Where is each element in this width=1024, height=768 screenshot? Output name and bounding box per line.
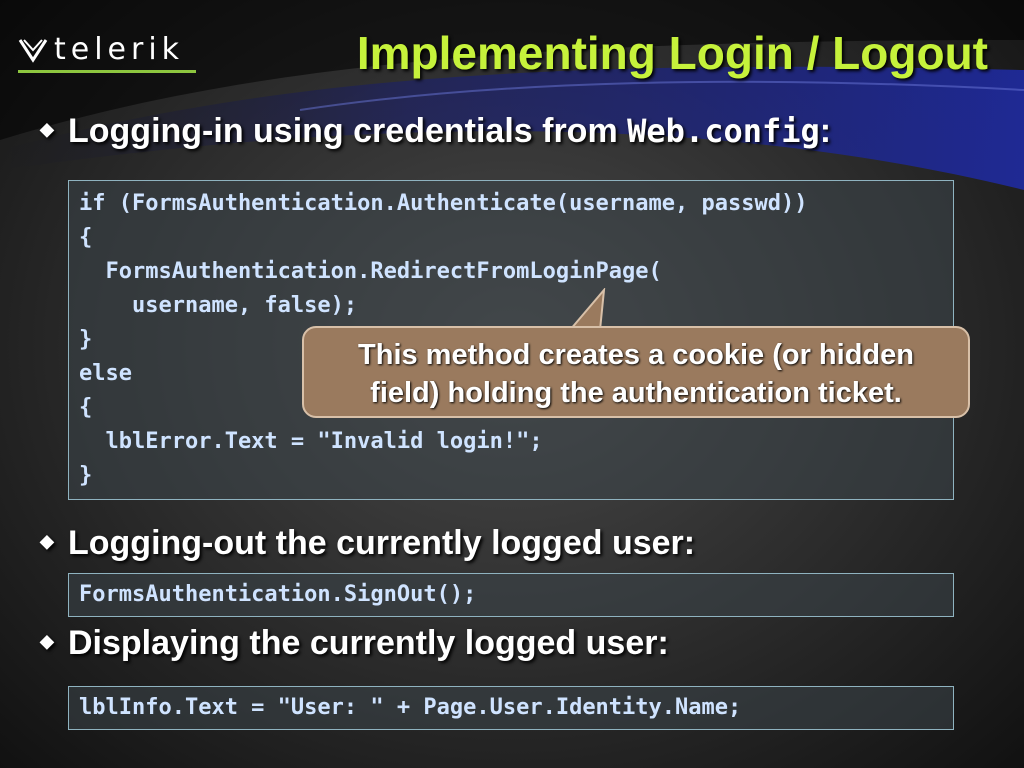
telerik-mark-icon	[18, 39, 48, 63]
bullet-login-code: Web.config	[627, 112, 820, 150]
diamond-bullet-icon: ◆	[40, 118, 54, 139]
code-line: FormsAuthentication.RedirectFromLoginPag…	[79, 259, 662, 284]
callout-line-1: This method creates a cookie (or hidden	[358, 339, 914, 371]
code-block-logout: FormsAuthentication.SignOut();	[68, 573, 954, 617]
bullet-display: ◆ Displaying the currently logged user:	[40, 624, 669, 663]
diamond-bullet-icon: ◆	[40, 530, 54, 551]
callout-note: This method creates a cookie (or hidden …	[302, 326, 970, 418]
code-line: lblInfo.Text = "User: " + Page.User.Iden…	[79, 695, 742, 720]
diamond-bullet-icon: ◆	[40, 630, 54, 651]
logo-underline	[18, 70, 196, 73]
code-line: }	[79, 463, 93, 488]
bullet-logout: ◆ Logging-out the currently logged user:	[40, 524, 695, 563]
bullet-logout-text: Logging-out the currently logged user:	[68, 524, 696, 562]
slide-title: Implementing Login / Logout	[356, 27, 988, 79]
callout-line-2: field) holding the authentication ticket…	[370, 377, 902, 409]
code-line: lblError.Text = "Invalid login!";	[79, 429, 543, 454]
bullet-display-text: Displaying the currently logged user:	[68, 624, 669, 662]
bullet-login: ◆ Logging-in using credentials from Web.c…	[40, 112, 831, 151]
code-line: if (FormsAuthentication.Authenticate(use…	[79, 191, 808, 216]
code-line: {	[79, 225, 93, 250]
bullet-login-text: Logging-in using credentials from	[68, 112, 628, 150]
bullet-login-suffix: :	[819, 112, 832, 150]
code-block-display: lblInfo.Text = "User: " + Page.User.Iden…	[68, 686, 954, 730]
telerik-logo: telerik	[18, 30, 198, 80]
code-line: username, false);	[79, 293, 358, 318]
logo-text: telerik	[54, 32, 185, 67]
code-line: FormsAuthentication.SignOut();	[79, 582, 477, 607]
